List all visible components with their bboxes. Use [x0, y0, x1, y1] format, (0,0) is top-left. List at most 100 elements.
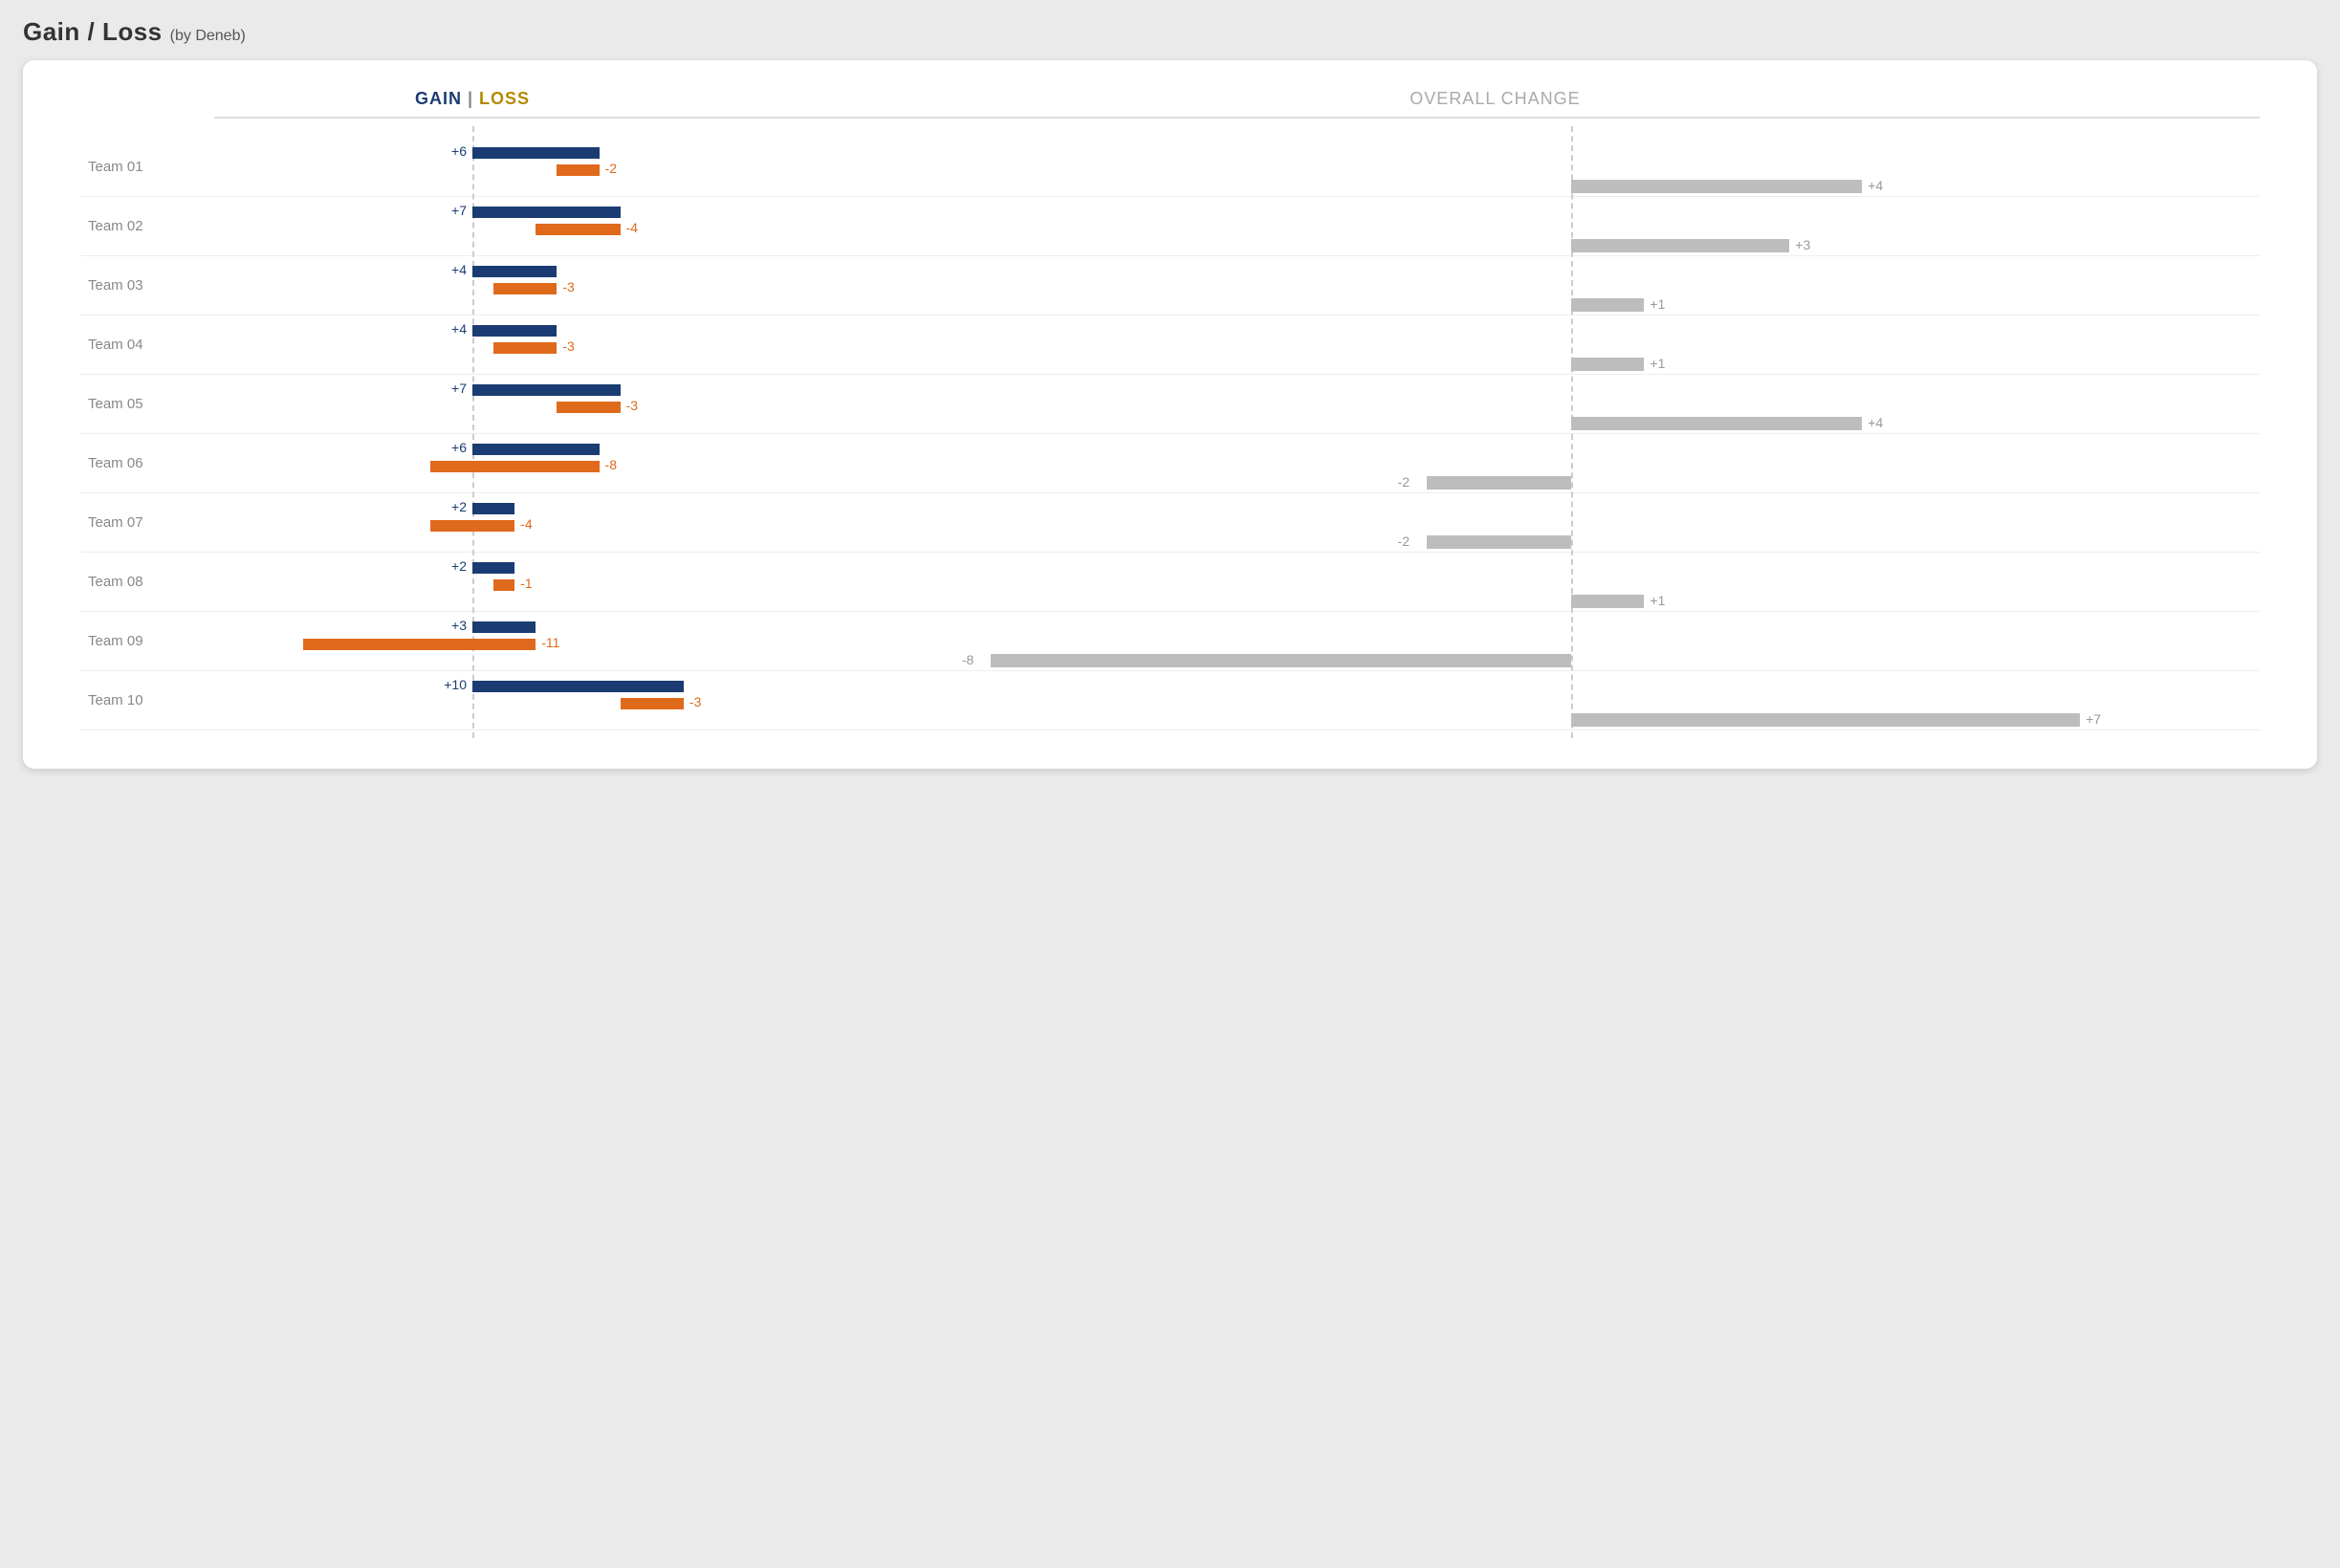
gain-value-label: +6 [451, 440, 467, 455]
change-area: +1 [731, 256, 2260, 315]
team-label: Team 04 [80, 316, 214, 374]
loss-value-label: -3 [626, 398, 638, 413]
loss-bar [493, 579, 514, 591]
gain-value-label: +3 [451, 618, 467, 633]
loss-value-label: -3 [689, 694, 701, 709]
change-bar [1571, 417, 1862, 430]
change-value-label: +4 [1868, 415, 1883, 430]
loss-bar [493, 342, 557, 354]
gain-bar [472, 207, 621, 218]
gain-value-label: +6 [451, 143, 467, 159]
gain-bar [472, 621, 536, 633]
change-value-label: +1 [1650, 356, 1665, 371]
loss-bar [557, 402, 620, 413]
change-value-label: +4 [1868, 178, 1883, 193]
team-label: Team 01 [80, 138, 214, 196]
change-bar [1571, 713, 2080, 727]
team-label: Team 06 [80, 434, 214, 492]
gain-header-word: GAIN [415, 89, 462, 108]
change-area: -8 [731, 612, 2260, 670]
change-bar [1571, 595, 1644, 608]
team-label: Team 09 [80, 612, 214, 670]
chart-body: Team 01+6-2+4Team 02+7-4+3Team 03+4-3+1T… [80, 138, 2260, 730]
change-value-label: -8 [962, 652, 973, 667]
loss-value-label: -3 [562, 279, 574, 294]
gain-value-label: +4 [451, 321, 467, 337]
team-label: Team 02 [80, 197, 214, 255]
change-area: -2 [731, 434, 2260, 492]
loss-value-label: -4 [520, 516, 532, 532]
loss-bar [621, 698, 684, 709]
chart-row: Team 10 +10 -3 +7 [80, 671, 2260, 730]
gain-value-label: +2 [451, 558, 467, 574]
header-sep: | [468, 89, 473, 108]
loss-value-label: -11 [541, 635, 559, 650]
chart-row: Team 02 +7 -4 +3 [80, 197, 2260, 256]
gain-value-label: +2 [451, 499, 467, 514]
chart-row: Team 07+2-4-2 [80, 493, 2260, 553]
change-bar [1571, 239, 1789, 252]
gain-value-label: +7 [451, 203, 467, 218]
gain-value-label: +7 [451, 381, 467, 396]
change-area: +3 [731, 197, 2260, 255]
team-label: Team 10 [80, 671, 214, 730]
gain-bar [472, 325, 557, 337]
change-bar [1427, 476, 1572, 490]
change-axis [1571, 126, 1573, 738]
change-bar [1427, 535, 1572, 549]
change-bar [1571, 180, 1862, 193]
page: Gain / Loss (by Deneb) GAIN | LOSS OVERA… [0, 0, 2340, 807]
loss-header-word: LOSS [479, 89, 530, 108]
loss-value-label: -1 [520, 576, 532, 591]
loss-bar [557, 164, 599, 176]
change-area: +4 [731, 375, 2260, 433]
gain-bar [472, 681, 684, 692]
team-label: Team 08 [80, 553, 214, 611]
overall-header-word: OVERALL CHANGE [1410, 89, 1580, 108]
change-value-label: +7 [2086, 711, 2101, 727]
gain-bar [472, 147, 600, 159]
chart-card: GAIN | LOSS OVERALL CHANGE Team 01 +6 -2 +4… [23, 60, 2317, 769]
team-label: Team 03 [80, 256, 214, 315]
loss-bar [493, 283, 557, 294]
gain-bar [472, 503, 514, 514]
change-area: +4 [731, 138, 2260, 196]
change-value-label: +1 [1650, 296, 1665, 312]
gain-bar [472, 266, 557, 277]
loss-value-label: -4 [626, 220, 638, 235]
loss-bar [303, 639, 536, 650]
gain-bar [472, 444, 600, 455]
gain-loss-header: GAIN | LOSS [214, 89, 731, 109]
gain-bar [472, 562, 514, 574]
chart-row: Team 06 +6 -8 -2 [80, 434, 2260, 493]
loss-bar [430, 461, 600, 472]
change-value-label: -2 [1398, 534, 1410, 549]
title-row: Gain / Loss (by Deneb) [23, 17, 2317, 47]
change-value-label: +1 [1650, 593, 1665, 608]
change-value-label: -2 [1398, 474, 1410, 490]
loss-bar [536, 224, 620, 235]
gain-value-label: +10 [444, 677, 467, 692]
page-subtitle: (by Deneb) [170, 28, 246, 45]
loss-value-label: -2 [605, 161, 617, 176]
chart-row: Team 04 +4 -3 +1 [80, 316, 2260, 375]
chart-row: Team 08 +2 -1 +1 [80, 553, 2260, 612]
loss-value-label: -8 [605, 457, 617, 472]
change-bar [991, 654, 1572, 667]
chart-row: Team 01 +6 -2 +4 [80, 138, 2260, 197]
chart-headers: GAIN | LOSS OVERALL CHANGE [214, 89, 2260, 109]
change-area: +1 [731, 553, 2260, 611]
change-value-label: +3 [1795, 237, 1810, 252]
change-area: +7 [731, 671, 2260, 730]
chart-row: Team 09 +3 -11 -8 [80, 612, 2260, 671]
loss-bar [430, 520, 514, 532]
change-bar [1571, 358, 1644, 371]
chart-row: Team 05 +7 -3 +4 [80, 375, 2260, 434]
chart-row: Team 03+4-3+1 [80, 256, 2260, 316]
overall-change-header: OVERALL CHANGE [731, 89, 2260, 109]
team-label: Team 05 [80, 375, 214, 433]
header-rule [214, 117, 2260, 119]
loss-value-label: -3 [562, 338, 574, 354]
gain-bar [472, 384, 621, 396]
change-area: +1 [731, 316, 2260, 374]
